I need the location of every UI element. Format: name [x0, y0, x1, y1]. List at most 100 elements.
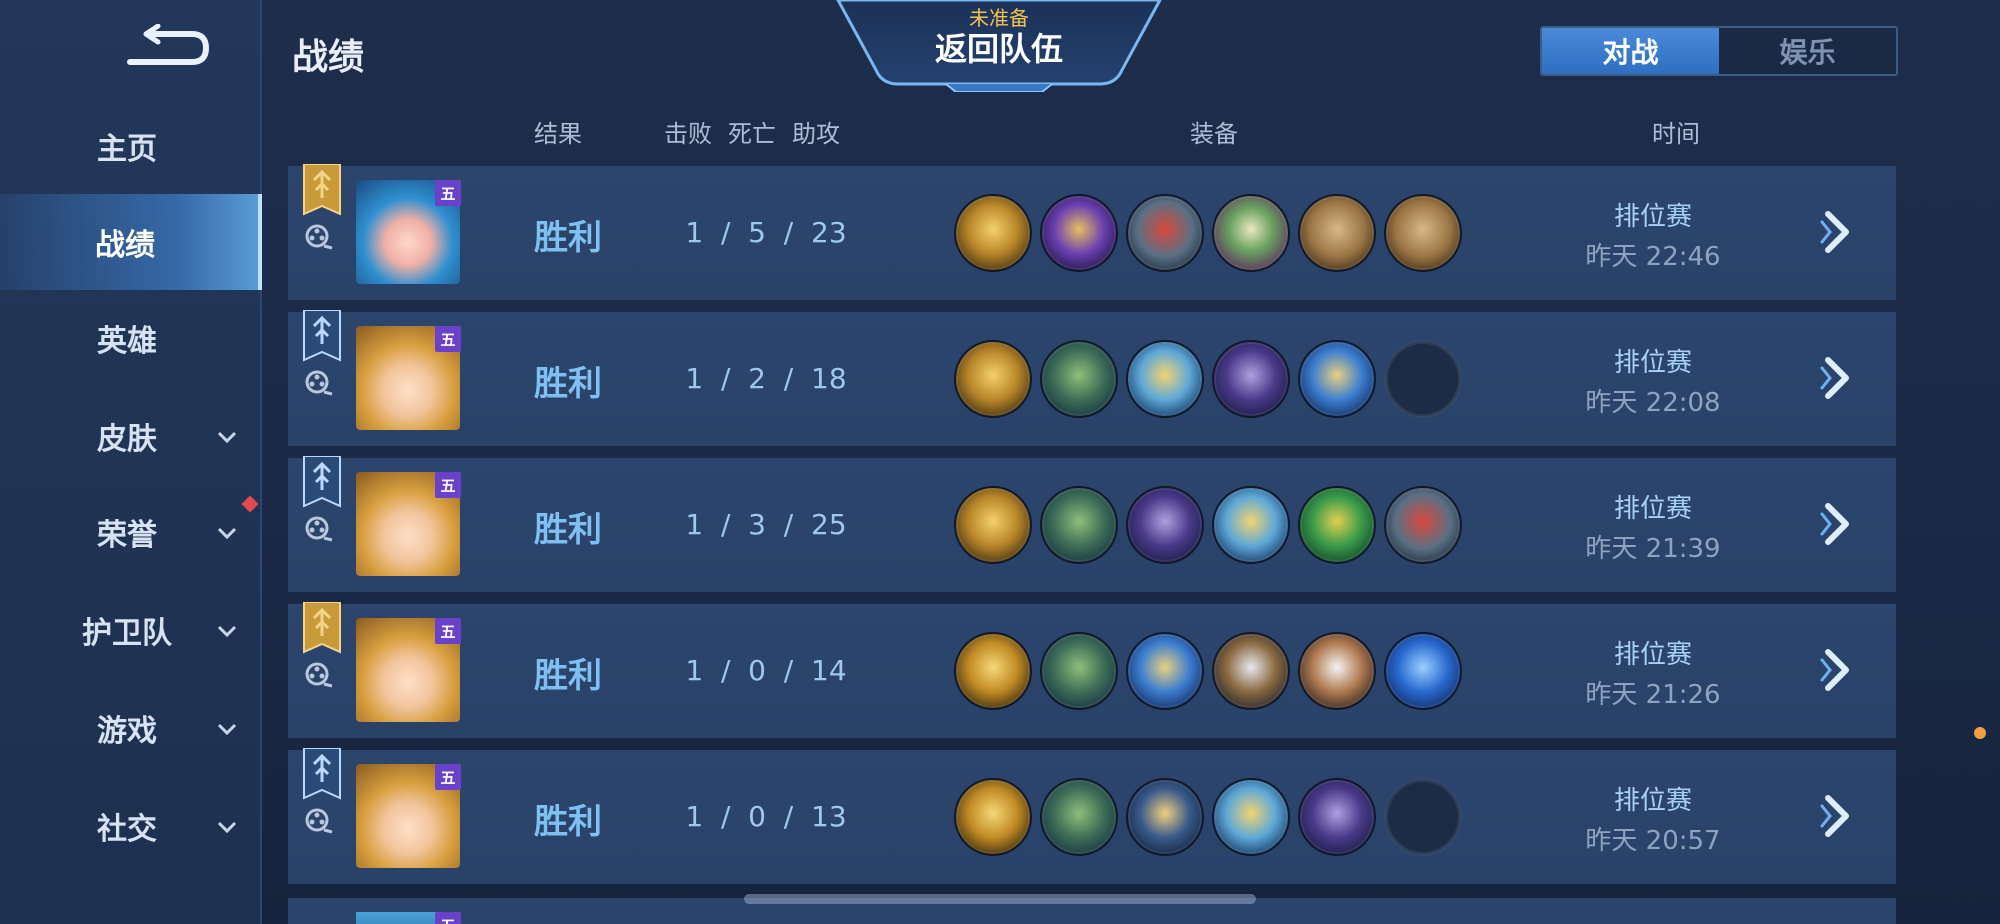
col-deaths: 死亡 [728, 120, 776, 148]
green-boots-icon [1040, 340, 1118, 418]
match-time: 昨天 22:46 [1585, 242, 1721, 272]
chevron-right-icon[interactable] [1816, 354, 1856, 402]
sidebar-item-5[interactable]: 护卫队 [0, 582, 262, 678]
match-result: 胜利 [534, 218, 602, 258]
match-row[interactable]: 五胜利 1 / 5 / 23 排位赛昨天 22:46 [288, 164, 1896, 300]
kda-stats: 1 / 0 / 13 [685, 800, 847, 833]
replay-icon[interactable] [304, 806, 334, 836]
gold-helm-icon [954, 340, 1032, 418]
wooden-plank-icon [1384, 194, 1462, 272]
col-assists: 助攻 [792, 120, 840, 148]
match-time: 昨天 21:26 [1585, 680, 1721, 710]
match-row[interactable]: 五胜利 1 / 0 / 14 排位赛 昨天 21:26 [288, 602, 1896, 738]
tier-badge: 五 [435, 472, 461, 498]
match-time: 昨天 20:57 [1585, 826, 1721, 856]
sidebar-item-0[interactable]: 主页 [0, 98, 262, 194]
return-team-button[interactable]: 返回队伍 [836, 24, 1162, 70]
item-list [954, 340, 1462, 420]
tier-badge: 五 [435, 618, 461, 644]
item-list [954, 486, 1462, 566]
tier-badge: 五 [435, 912, 461, 924]
rank-flag-icon [303, 456, 341, 508]
chevron-right-icon[interactable] [1816, 500, 1856, 548]
replay-icon[interactable] [304, 222, 334, 252]
purple-cloak-icon [1298, 778, 1376, 856]
col-items: 装备 [1190, 120, 1238, 148]
sidebar-item-label: 战绩 [95, 228, 155, 263]
sidebar-item-3[interactable]: 皮肤 [0, 388, 262, 484]
match-mode: 排位赛 [1613, 640, 1692, 670]
wooden-plank-icon [1298, 194, 1376, 272]
chevron-right-icon[interactable] [1816, 208, 1856, 256]
green-amulet-icon [1298, 486, 1376, 564]
chevron-down-icon [217, 821, 237, 834]
match-result: 胜利 [534, 510, 602, 550]
gold-wings-icon [1212, 778, 1290, 856]
hourglass-icon [1298, 340, 1376, 418]
col-result: 结果 [534, 120, 582, 148]
gold-helm-icon [954, 194, 1032, 272]
rank-flag-icon [303, 748, 341, 800]
mode-switch: 对战 娱乐 [1540, 26, 1898, 76]
sidebar-item-6[interactable]: 游戏 [0, 680, 262, 776]
chevron-down-icon [217, 723, 237, 736]
empty-item-slot [1384, 340, 1462, 418]
sidebar-item-label: 游戏 [97, 714, 157, 749]
sidebar-item-4[interactable]: 荣誉 [0, 484, 262, 580]
kda-stats: 1 / 3 / 25 [685, 508, 847, 541]
back-arrow-icon[interactable] [126, 24, 210, 70]
hourglass-icon [1126, 632, 1204, 710]
gold-wings-icon [1126, 340, 1204, 418]
sidebar-item-2[interactable]: 英雄 [0, 290, 262, 386]
gold-helm-icon [954, 486, 1032, 564]
chevron-down-icon [217, 625, 237, 638]
sidebar: 主页战绩英雄皮肤荣誉护卫队游戏社交 [0, 0, 262, 924]
blue-crystal-icon [1384, 632, 1462, 710]
replay-icon[interactable] [304, 514, 334, 544]
chevron-right-icon[interactable] [1816, 646, 1856, 694]
match-result: 胜利 [534, 802, 602, 842]
pendant-icon [1126, 778, 1204, 856]
sidebar-item-label: 护卫队 [82, 616, 172, 651]
purple-cloak-icon [1126, 486, 1204, 564]
match-row[interactable]: 五胜利 1 / 2 / 18 排位赛昨天 22:08 [288, 310, 1896, 446]
green-boots-icon [1040, 778, 1118, 856]
match-mode: 排位赛 [1613, 202, 1692, 232]
match-time: 昨天 21:39 [1585, 534, 1721, 564]
match-row[interactable]: 五胜利 1 / 3 / 25 排位赛 昨天 21:39 [288, 456, 1896, 592]
green-boots-icon [1040, 632, 1118, 710]
sidebar-item-label: 荣誉 [97, 518, 157, 553]
replay-icon[interactable] [304, 368, 334, 398]
tier-badge: 五 [435, 326, 461, 352]
col-time: 时间 [1652, 120, 1700, 148]
tier-badge: 五 [435, 180, 461, 206]
chevron-right-icon[interactable] [1816, 792, 1856, 840]
purple-chalice-icon [1040, 194, 1118, 272]
indicator-dot [1974, 727, 1986, 739]
gold-crest-icon [954, 632, 1032, 710]
kda-stats: 1 / 2 / 18 [685, 362, 847, 395]
tier-badge: 五 [435, 764, 461, 790]
sidebar-item-label: 主页 [97, 132, 157, 167]
sidebar-item-label: 英雄 [97, 324, 157, 359]
sidebar-item-label: 社交 [97, 812, 157, 847]
sidebar-item-1[interactable]: 战绩 [0, 194, 262, 290]
tab-battle[interactable]: 对战 [1542, 28, 1719, 74]
silver-armor-icon [1212, 632, 1290, 710]
kda-stats: 1 / 0 / 14 [685, 654, 847, 687]
match-result: 胜利 [534, 364, 602, 404]
match-time: 昨天 22:08 [1585, 388, 1721, 418]
white-armor-icon [1298, 632, 1376, 710]
match-mode: 排位赛 [1613, 348, 1692, 378]
green-boots-icon [1040, 486, 1118, 564]
kda-stats: 1 / 5 / 23 [685, 216, 847, 249]
mvp-flag-icon [303, 164, 341, 216]
match-row[interactable]: 五胜利 1 / 0 / 13 排位赛 昨天 20:57 [288, 748, 1896, 884]
empty-item-slot [1384, 778, 1462, 856]
replay-icon[interactable] [304, 660, 334, 690]
sidebar-item-7[interactable]: 社交 [0, 778, 262, 874]
horizontal-scrollbar[interactable] [744, 894, 1256, 904]
tab-entertainment[interactable]: 娱乐 [1719, 28, 1896, 74]
col-kills: 击败 [664, 120, 712, 148]
spellbook-icon [1212, 194, 1290, 272]
